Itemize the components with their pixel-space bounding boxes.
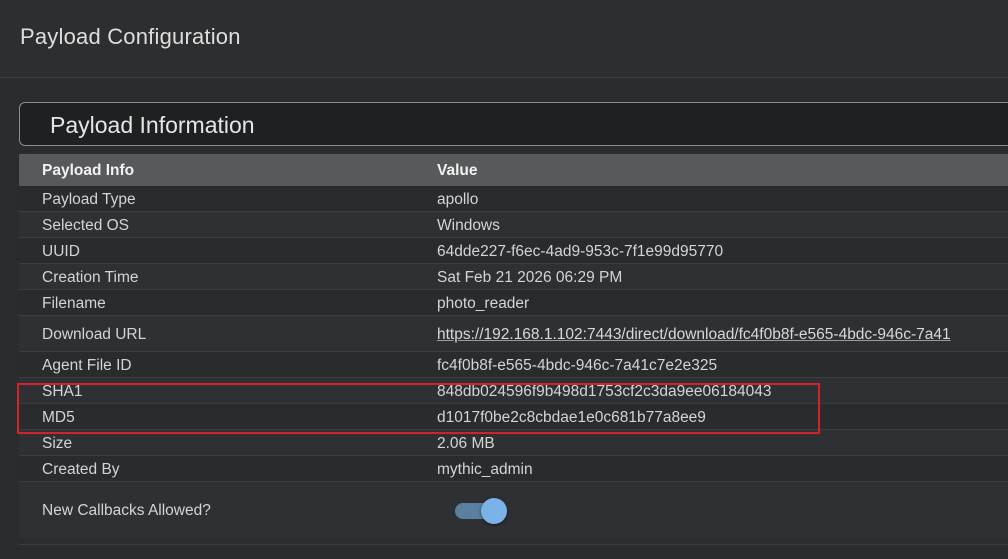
row-value: photo_reader: [437, 295, 530, 312]
table-row-filename: Filename photo_reader: [19, 290, 1008, 316]
table-row-created-by: Created By mythic_admin: [19, 456, 1008, 482]
row-label: Filename: [42, 295, 106, 312]
row-label: Size: [42, 435, 73, 452]
row-value: Windows: [437, 217, 500, 234]
new-callbacks-toggle[interactable]: [455, 498, 509, 524]
row-label: Agent File ID: [42, 357, 132, 374]
payload-info-table: Payload Info Value Payload Type apollo S…: [19, 154, 1008, 538]
row-label: SHA1: [42, 383, 83, 400]
page-header: Payload Configuration: [0, 0, 1008, 78]
table-row-uuid: UUID 64dde227-f6ec-4ad9-953c-7f1e99d9577…: [19, 238, 1008, 264]
row-value: 64dde227-f6ec-4ad9-953c-7f1e99d95770: [437, 243, 724, 260]
table-header: Payload Info Value: [19, 154, 1008, 186]
row-value: mythic_admin: [437, 461, 533, 478]
row-label: Created By: [42, 461, 120, 478]
row-label: Creation Time: [42, 269, 139, 286]
column-header-value: Value: [437, 162, 478, 179]
table-bottom-divider: [19, 544, 1008, 545]
download-url-link[interactable]: https://192.168.1.102:7443/direct/downlo…: [437, 326, 951, 344]
table-row-sha1: SHA1 848db024596f9b498d1753cf2c3da9ee061…: [19, 378, 1008, 404]
toggle-thumb: [481, 498, 507, 524]
table-row-creation-time: Creation Time Sat Feb 21 2026 06:29 PM: [19, 264, 1008, 290]
page-title: Payload Configuration: [20, 24, 241, 49]
row-value: 848db024596f9b498d1753cf2c3da9ee06184043: [437, 383, 772, 400]
row-value: apollo: [437, 191, 479, 208]
row-label: Payload Type: [42, 191, 136, 208]
payload-information-section: Payload Information: [19, 102, 1008, 146]
row-label: MD5: [42, 409, 75, 426]
table-row-payload-type: Payload Type apollo: [19, 186, 1008, 212]
row-label: Selected OS: [42, 217, 130, 234]
column-header-payload-info: Payload Info: [42, 162, 135, 179]
table-row-selected-os: Selected OS Windows: [19, 212, 1008, 238]
table-row-download-url: Download URL https://192.168.1.102:7443/…: [19, 316, 1008, 352]
table-row-agent-file-id: Agent File ID fc4f0b8f-e565-4bdc-946c-7a…: [19, 352, 1008, 378]
row-value: 2.06 MB: [437, 435, 495, 452]
table-row-new-callbacks-allowed: New Callbacks Allowed?: [19, 482, 1008, 538]
row-label: New Callbacks Allowed?: [42, 502, 211, 519]
row-value: d1017f0be2c8cbdae1e0c681b77a8ee9: [437, 409, 706, 426]
row-value: Sat Feb 21 2026 06:29 PM: [437, 269, 623, 286]
table-row-size: Size 2.06 MB: [19, 430, 1008, 456]
section-title: Payload Information: [50, 112, 255, 138]
row-value: fc4f0b8f-e565-4bdc-946c-7a41c7e2e325: [437, 357, 718, 374]
row-label: UUID: [42, 243, 80, 260]
row-label: Download URL: [42, 326, 147, 343]
table-row-md5: MD5 d1017f0be2c8cbdae1e0c681b77a8ee9: [19, 404, 1008, 430]
